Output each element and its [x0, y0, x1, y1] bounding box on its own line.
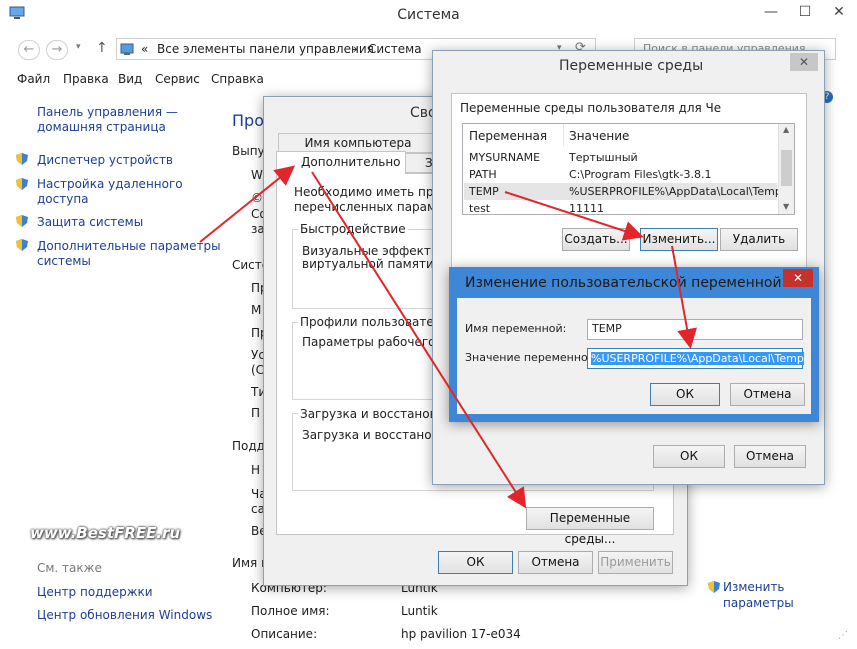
variable-value-input[interactable]: %USERPROFILE%\AppData\Local\Temp — [587, 348, 804, 369]
delete-variable-button[interactable]: Удалить — [720, 228, 798, 251]
watermark-logo: www.BestFREE.ru — [30, 524, 181, 542]
tab-advanced[interactable]: Дополнительно — [276, 151, 406, 174]
user-vars-group-title: Переменные среды пользователя для Че — [460, 101, 722, 115]
close-icon: ✕ — [798, 55, 810, 69]
uac-shield-icon — [15, 238, 29, 252]
system-row-2: М — [251, 303, 262, 317]
tab-computer-name-label: Имя компьютера — [304, 136, 412, 150]
performance-text-2: виртуальной памяти — [302, 257, 434, 271]
description-label: Описание: — [251, 627, 318, 641]
tab-computer-name[interactable]: Имя компьютера — [278, 133, 438, 153]
fullname-value: Luntik — [401, 604, 438, 618]
change-settings-link-line2[interactable]: параметры — [723, 596, 794, 610]
sidebar-item-advanced[interactable]: Дополнительные параметры — [37, 239, 221, 253]
env-ok-button[interactable]: ОК — [653, 445, 725, 468]
menu-file[interactable]: Файл — [17, 72, 50, 86]
ok-button[interactable]: ОК — [438, 551, 513, 574]
sidebar-item-device-manager[interactable]: Диспетчер устройств — [37, 153, 173, 167]
list-item-value[interactable]: %USERPROFILE%\AppData\Local\Temp — [569, 185, 782, 198]
support-row-1: Н — [251, 463, 261, 477]
uac-shield-icon — [15, 214, 29, 228]
sidebar-item-protection[interactable]: Защита системы — [37, 215, 143, 229]
sidebar-link-support[interactable]: Центр поддержки — [37, 585, 153, 599]
uac-shield-icon — [15, 177, 29, 191]
uac-shield-icon — [15, 152, 29, 166]
sidebar-home-link-line2[interactable]: домашняя страница — [37, 120, 166, 134]
list-item-name[interactable]: PATH — [469, 168, 497, 181]
control-panel-icon — [120, 42, 134, 56]
forward-button[interactable]: → — [46, 40, 68, 60]
selected-text: %USERPROFILE%\AppData\Local\Temp — [591, 352, 804, 365]
tab-advanced-label: Дополнительно — [301, 155, 401, 169]
list-item-value[interactable]: Тертышный — [569, 151, 638, 164]
change-settings-link[interactable]: Изменить — [723, 580, 785, 594]
env-cancel-button[interactable]: Отмена — [734, 445, 806, 468]
window-titlebar: Система — ☐ ✕ — [0, 0, 857, 32]
edit-cancel-button[interactable]: Отмена — [730, 383, 805, 406]
scroll-thumb[interactable] — [781, 150, 792, 186]
close-icon: ✕ — [792, 271, 804, 285]
menu-edit[interactable]: Правка — [63, 72, 109, 86]
minimize-button[interactable]: — — [754, 0, 788, 24]
resize-grip[interactable]: ⋰ — [838, 630, 848, 641]
environment-variables-button[interactable]: Переменные среды... — [526, 507, 654, 546]
list-item-name[interactable]: test — [469, 202, 490, 215]
sidebar-link-update[interactable]: Центр обновления Windows — [37, 608, 212, 622]
description-value: hp pavilion 17-e034 — [401, 627, 521, 641]
system-row-7: П — [251, 406, 261, 420]
edition-text: W — [251, 168, 263, 182]
sidebar-item-advanced-line2[interactable]: системы — [37, 254, 91, 268]
menu-help[interactable]: Справка — [211, 72, 264, 86]
column-divider — [563, 124, 564, 146]
edit-close-button[interactable]: ✕ — [783, 269, 813, 287]
scroll-down-icon[interactable]: ▼ — [783, 202, 789, 211]
menu-tools[interactable]: Сервис — [155, 72, 200, 86]
apply-button[interactable]: Применить — [598, 551, 673, 574]
section-edition: Выпу — [232, 144, 265, 158]
variable-name-label: Имя переменной: — [465, 322, 567, 335]
maximize-button[interactable]: ☐ — [788, 0, 822, 24]
variable-value-label: Значение переменной: — [465, 351, 599, 364]
copyright-text: © — [251, 191, 263, 205]
create-variable-button[interactable]: Создать... — [562, 228, 630, 251]
variable-name-input[interactable]: TEMP — [587, 319, 803, 340]
edit-ok-button[interactable]: ОК — [650, 383, 720, 406]
breadcrumb-separator[interactable]: › — [353, 42, 358, 56]
env-close-button[interactable]: ✕ — [790, 53, 818, 71]
sidebar-item-remote-line2[interactable]: доступа — [37, 192, 89, 206]
list-item-name[interactable]: MYSURNAME — [469, 151, 540, 164]
edit-dialog-body: Имя переменной: TEMP Значение переменной… — [457, 298, 811, 414]
sidebar-item-remote[interactable]: Настройка удаленного — [37, 177, 183, 191]
menu-view[interactable]: Вид — [118, 72, 142, 86]
see-also-heading: См. также — [37, 561, 102, 575]
performance-title: Быстродействие — [298, 222, 408, 236]
column-header-name[interactable]: Переменная — [469, 129, 547, 143]
edit-variable-dialog: Изменение пользовательской переменной ✕ … — [449, 267, 819, 422]
cancel-button[interactable]: Отмена — [518, 551, 593, 574]
uac-shield-icon — [707, 580, 721, 594]
close-button[interactable]: ✕ — [822, 0, 856, 24]
column-header-value[interactable]: Значение — [569, 129, 629, 143]
sidebar-home-link[interactable]: Панель управления — — [37, 105, 178, 119]
list-scrollbar[interactable]: ▲ ▼ — [778, 124, 794, 214]
window-title: Система — [397, 7, 460, 23]
chevron-down-icon[interactable]: ▾ — [76, 42, 81, 52]
back-button[interactable]: ← — [18, 40, 40, 60]
edit-dialog-title: Изменение пользовательской переменной — [465, 275, 782, 291]
scroll-up-icon[interactable]: ▲ — [783, 125, 789, 134]
breadcrumb-prefix[interactable]: « — [141, 42, 148, 56]
edit-variable-button[interactable]: Изменить... — [640, 228, 718, 251]
breadcrumb-system[interactable]: Система — [368, 42, 422, 56]
breadcrumb-control-panel[interactable]: Все элементы панели управления — [157, 42, 374, 56]
user-vars-list[interactable]: Переменная Значение MYSURNAME Тертышный … — [462, 123, 795, 215]
list-item-value[interactable]: C:\Program Files\gtk-3.8.1 — [569, 168, 711, 181]
list-item-value[interactable]: 11111 — [569, 202, 604, 215]
up-button[interactable]: ↑ — [96, 40, 108, 56]
fullname-label: Полное имя: — [251, 604, 330, 618]
env-dialog-title: Переменные среды — [559, 58, 704, 74]
list-item-name[interactable]: TEMP — [469, 185, 499, 198]
